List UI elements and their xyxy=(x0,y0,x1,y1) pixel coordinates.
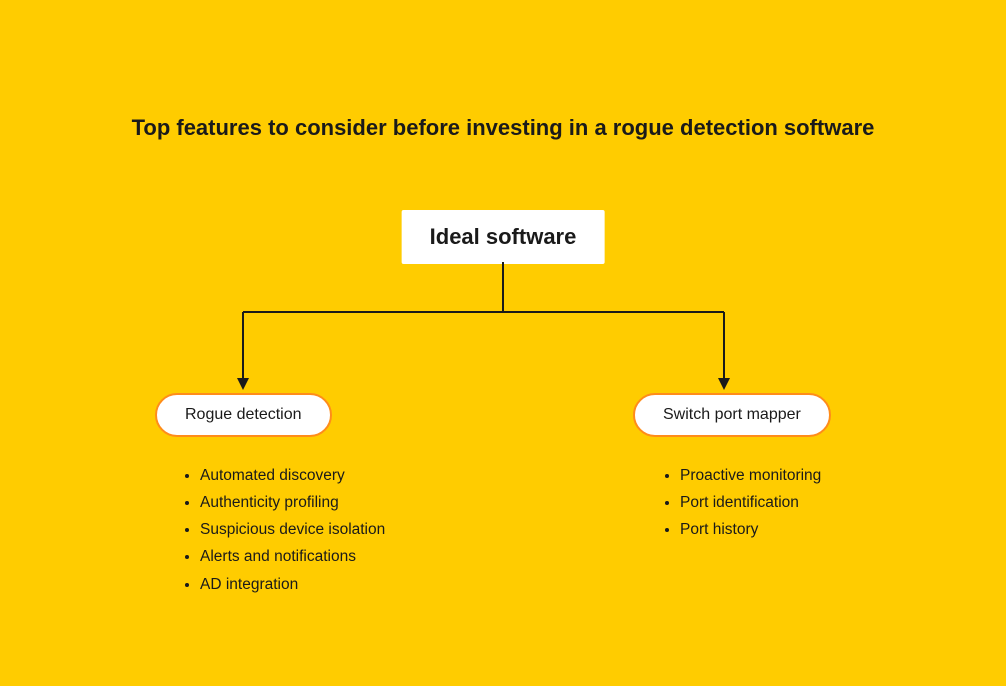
list-item: Alerts and notifications xyxy=(200,543,385,570)
feature-list-right: Proactive monitoring Port identification… xyxy=(680,462,821,543)
root-node: Ideal software xyxy=(402,210,605,264)
connector-lines xyxy=(0,262,1006,402)
list-item: Authenticity profiling xyxy=(200,489,385,516)
branch-node-rogue-detection: Rogue detection xyxy=(155,393,332,437)
diagram-title: Top features to consider before investin… xyxy=(0,115,1006,141)
list-item: Port history xyxy=(680,516,821,543)
list-item: Automated discovery xyxy=(200,462,385,489)
branch-node-switch-port-mapper: Switch port mapper xyxy=(633,393,831,437)
feature-list-left: Automated discovery Authenticity profili… xyxy=(200,462,385,598)
list-item: Suspicious device isolation xyxy=(200,516,385,543)
list-item: Proactive monitoring xyxy=(680,462,821,489)
list-item: AD integration xyxy=(200,571,385,598)
list-item: Port identification xyxy=(680,489,821,516)
